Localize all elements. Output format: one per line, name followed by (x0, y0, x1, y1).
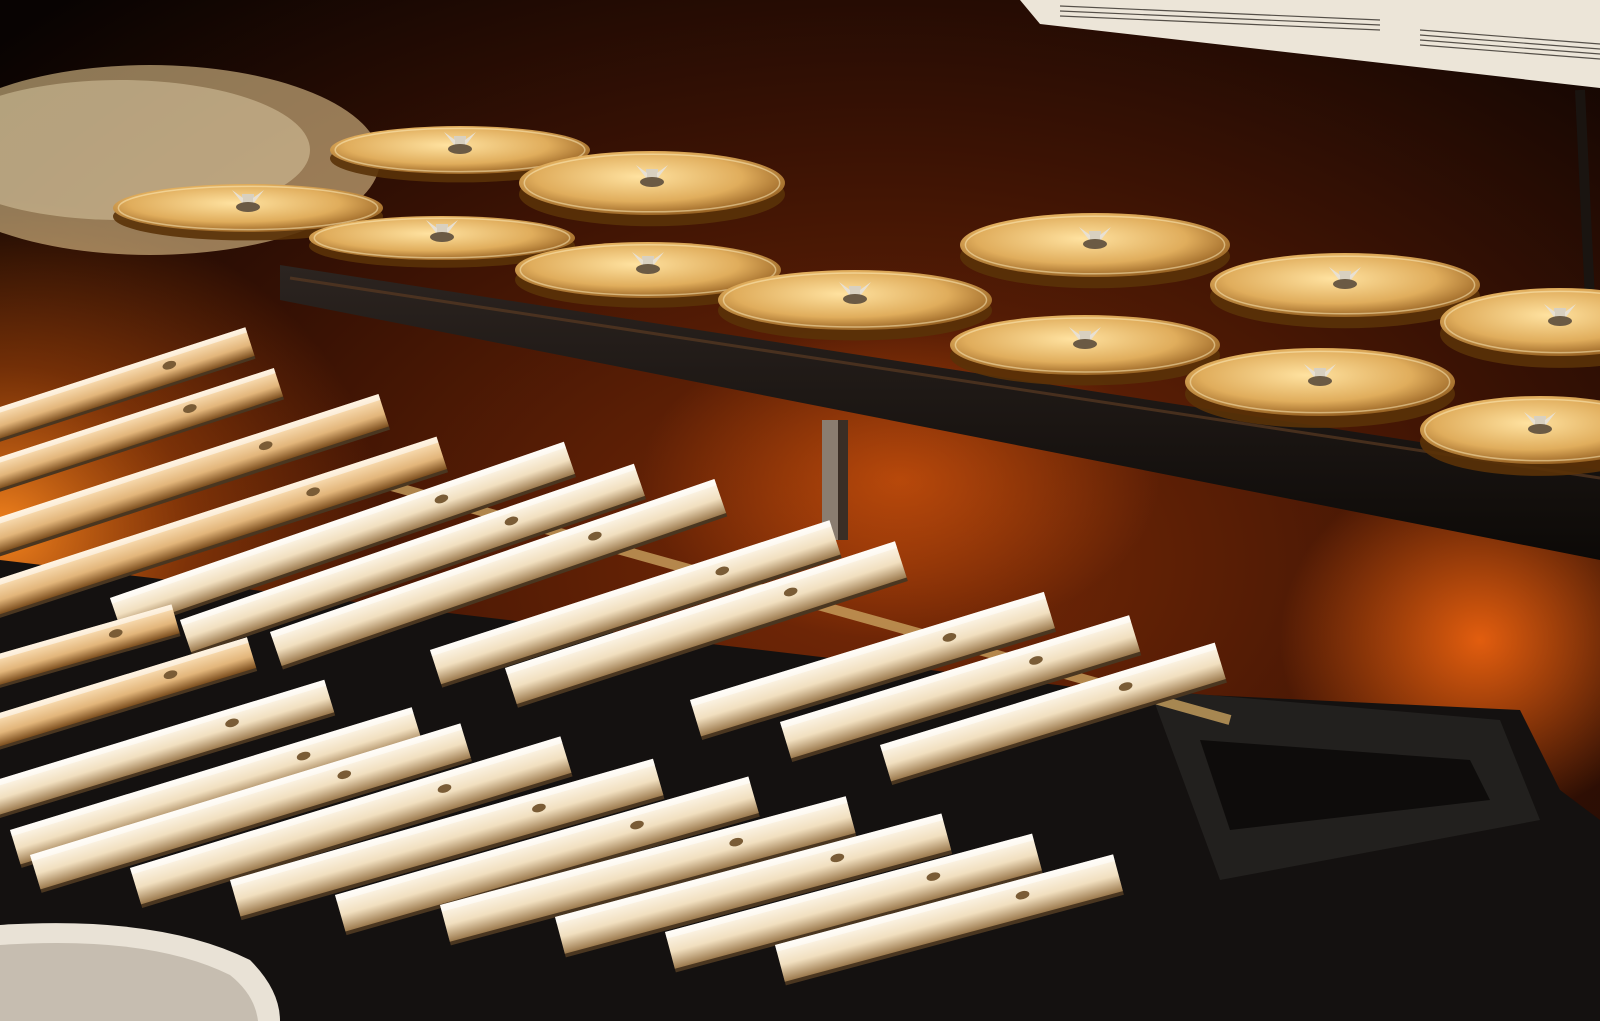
antique-cymbal (950, 315, 1220, 386)
support-post-shadow (838, 420, 848, 540)
antique-cymbal (960, 213, 1230, 289)
antique-cymbal (1185, 348, 1455, 428)
photo-scene (0, 0, 1600, 1021)
antique-cymbal (519, 151, 785, 227)
antique-cymbal (1210, 253, 1480, 329)
antique-cymbal (718, 270, 992, 341)
